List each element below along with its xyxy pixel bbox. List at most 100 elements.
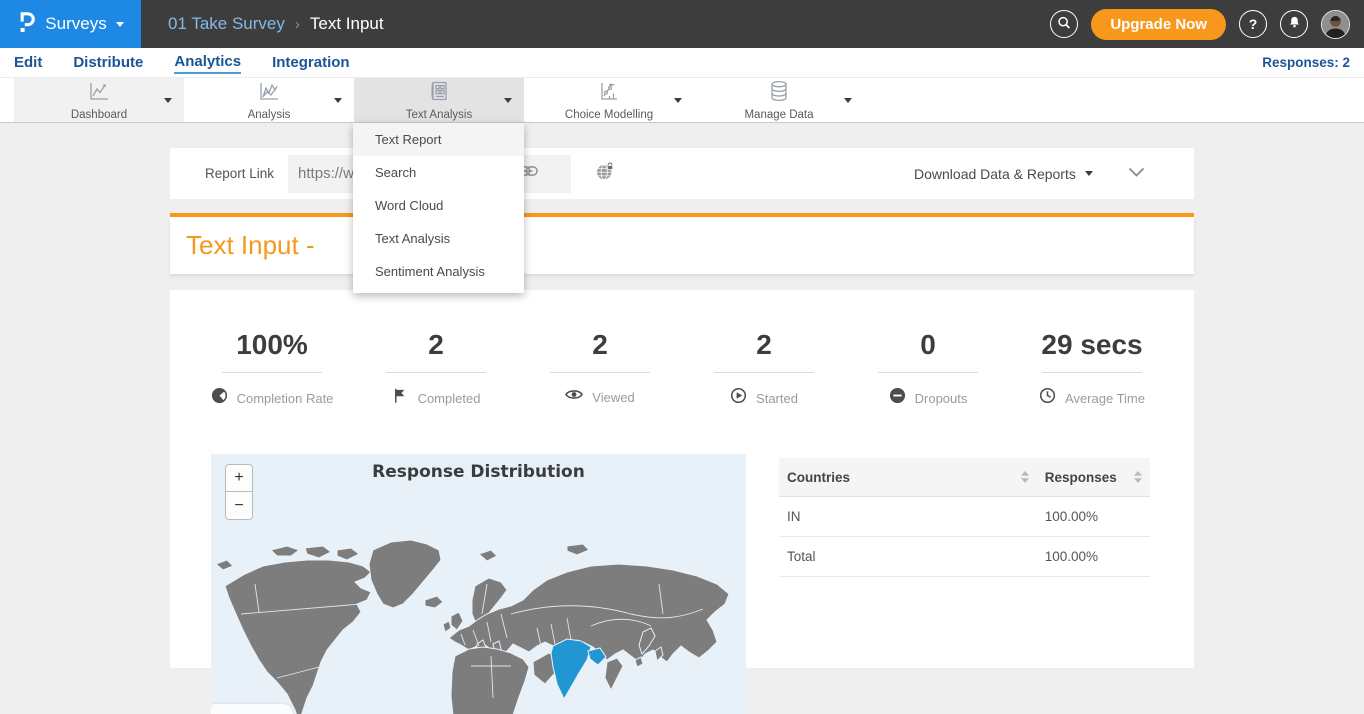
line-chart-icon xyxy=(86,79,112,108)
breadcrumb-page-name: Text Input xyxy=(310,14,384,34)
help-button[interactable]: ? xyxy=(1239,10,1267,38)
sort-countries-icon[interactable] xyxy=(1012,471,1036,483)
stat-label: Started xyxy=(756,391,798,406)
collapse-section-chevron-icon[interactable] xyxy=(1128,165,1145,183)
analytics-toolbar: Dashboard Analysis Text Analysis xyxy=(0,77,1364,123)
responses-cell: 100.00% xyxy=(1037,549,1126,564)
map-attribution-pill xyxy=(211,704,293,714)
world-map[interactable] xyxy=(211,530,746,714)
stat-value: 2 xyxy=(592,330,608,360)
nav-distribute[interactable]: Distribute xyxy=(73,52,143,73)
text-analysis-menu: Text Report Search Word Cloud Text Analy… xyxy=(353,123,524,293)
countries-table: Countries Responses IN 100.00% Tot xyxy=(779,458,1150,577)
stat-label: Average Time xyxy=(1065,391,1145,406)
area-chart-icon xyxy=(256,79,282,108)
column-header-responses[interactable]: Responses xyxy=(1037,470,1126,485)
user-avatar[interactable] xyxy=(1321,10,1350,39)
breadcrumb-survey-name[interactable]: 01 Take Survey xyxy=(168,14,285,34)
response-distribution-map[interactable]: Response Distribution + − xyxy=(211,454,746,714)
responses-count: Responses: 2 xyxy=(1262,55,1350,70)
nav-integration[interactable]: Integration xyxy=(272,52,350,73)
divider xyxy=(878,372,978,373)
stat-value: 100% xyxy=(236,330,308,360)
report-link-label: Report Link xyxy=(205,166,274,181)
analytics-summary-card: 100% Completion Rate 2 xyxy=(170,290,1194,668)
bell-icon xyxy=(1287,15,1302,33)
product-name: Surveys xyxy=(45,14,106,34)
tab-choice-modelling[interactable]: Choice Modelling xyxy=(524,78,694,122)
map-zoom-controls: + − xyxy=(225,464,253,520)
menu-item-text-report[interactable]: Text Report xyxy=(353,123,524,156)
tab-manage-data[interactable]: Manage Data xyxy=(694,78,864,122)
search-button[interactable] xyxy=(1050,10,1078,38)
download-data-reports-label: Download Data & Reports xyxy=(914,166,1076,182)
tab-text-analysis[interactable]: Text Analysis xyxy=(354,78,524,122)
scatter-chart-icon xyxy=(596,79,622,108)
tab-label: Analysis xyxy=(248,109,291,121)
question-mark-icon: ? xyxy=(1249,16,1258,32)
stat-label: Completion Rate xyxy=(237,391,334,406)
app-logo-menu[interactable]: Surveys xyxy=(0,0,141,48)
menu-item-sentiment-analysis[interactable]: Sentiment Analysis xyxy=(353,255,524,288)
stat-completion-rate: 100% Completion Rate xyxy=(190,330,354,409)
stat-label: Dropouts xyxy=(915,391,968,406)
stat-label: Completed xyxy=(418,391,481,406)
report-link-card: Report Link Download Data & Reports xyxy=(170,148,1194,199)
nav-analytics[interactable]: Analytics xyxy=(174,51,241,74)
survey-nav: Edit Distribute Analytics Integration Re… xyxy=(0,48,1364,77)
sort-responses-icon[interactable] xyxy=(1126,471,1150,483)
menu-item-search[interactable]: Search xyxy=(353,156,524,189)
menu-item-word-cloud[interactable]: Word Cloud xyxy=(353,189,524,222)
tab-dashboard[interactable]: Dashboard xyxy=(14,78,184,122)
stat-value: 29 secs xyxy=(1041,330,1142,360)
map-title: Response Distribution xyxy=(211,462,746,482)
responses-cell: 100.00% xyxy=(1037,509,1126,524)
menu-item-text-analysis[interactable]: Text Analysis xyxy=(353,222,524,255)
nav-edit[interactable]: Edit xyxy=(14,52,42,73)
download-data-reports-dropdown[interactable]: Download Data & Reports xyxy=(914,166,1093,182)
caret-down-icon xyxy=(164,98,172,103)
stat-label: Viewed xyxy=(592,390,634,405)
caret-down-icon xyxy=(1085,171,1093,176)
play-circle-icon xyxy=(730,387,747,409)
divider xyxy=(714,372,814,373)
stat-value: 0 xyxy=(920,330,936,360)
questionpro-logo-icon xyxy=(17,10,36,39)
globe-privacy-icon[interactable] xyxy=(596,162,615,186)
minus-circle-icon xyxy=(889,387,906,409)
table-row: IN 100.00% xyxy=(779,497,1150,537)
topbar-actions: Upgrade Now ? xyxy=(1050,9,1364,40)
caret-down-icon xyxy=(674,98,682,103)
caret-down-icon xyxy=(116,22,124,27)
zoom-in-button[interactable]: + xyxy=(225,464,253,492)
tab-analysis[interactable]: Analysis xyxy=(184,78,354,122)
countries-table-header: Countries Responses xyxy=(779,458,1150,497)
tab-label: Choice Modelling xyxy=(565,109,653,121)
search-icon xyxy=(1056,15,1072,34)
database-icon xyxy=(766,79,792,108)
caret-down-icon xyxy=(844,98,852,103)
stat-started: 2 Started xyxy=(682,330,846,409)
map-country-india xyxy=(551,639,591,699)
stat-completed: 2 Completed xyxy=(354,330,518,409)
upgrade-now-button[interactable]: Upgrade Now xyxy=(1091,9,1226,40)
tab-label: Dashboard xyxy=(71,109,127,121)
notifications-button[interactable] xyxy=(1280,10,1308,38)
zoom-out-button[interactable]: − xyxy=(225,492,253,520)
divider xyxy=(1042,372,1142,373)
stats-row: 100% Completion Rate 2 xyxy=(170,290,1194,409)
table-row: Total 100.00% xyxy=(779,537,1150,577)
divider xyxy=(550,372,650,373)
stat-average-time: 29 secs Average Time xyxy=(1010,330,1174,409)
flag-icon xyxy=(392,387,409,409)
column-header-countries[interactable]: Countries xyxy=(779,470,1012,485)
text-report-icon xyxy=(426,79,452,108)
tab-label: Text Analysis xyxy=(406,109,472,121)
stat-value: 2 xyxy=(756,330,772,360)
completion-rate-icon xyxy=(211,387,228,409)
country-cell: IN xyxy=(779,509,1012,524)
divider xyxy=(222,372,322,373)
divider xyxy=(386,372,486,373)
breadcrumb: 01 Take Survey › Text Input xyxy=(168,14,384,34)
top-bar: Surveys 01 Take Survey › Text Input Upgr… xyxy=(0,0,1364,48)
